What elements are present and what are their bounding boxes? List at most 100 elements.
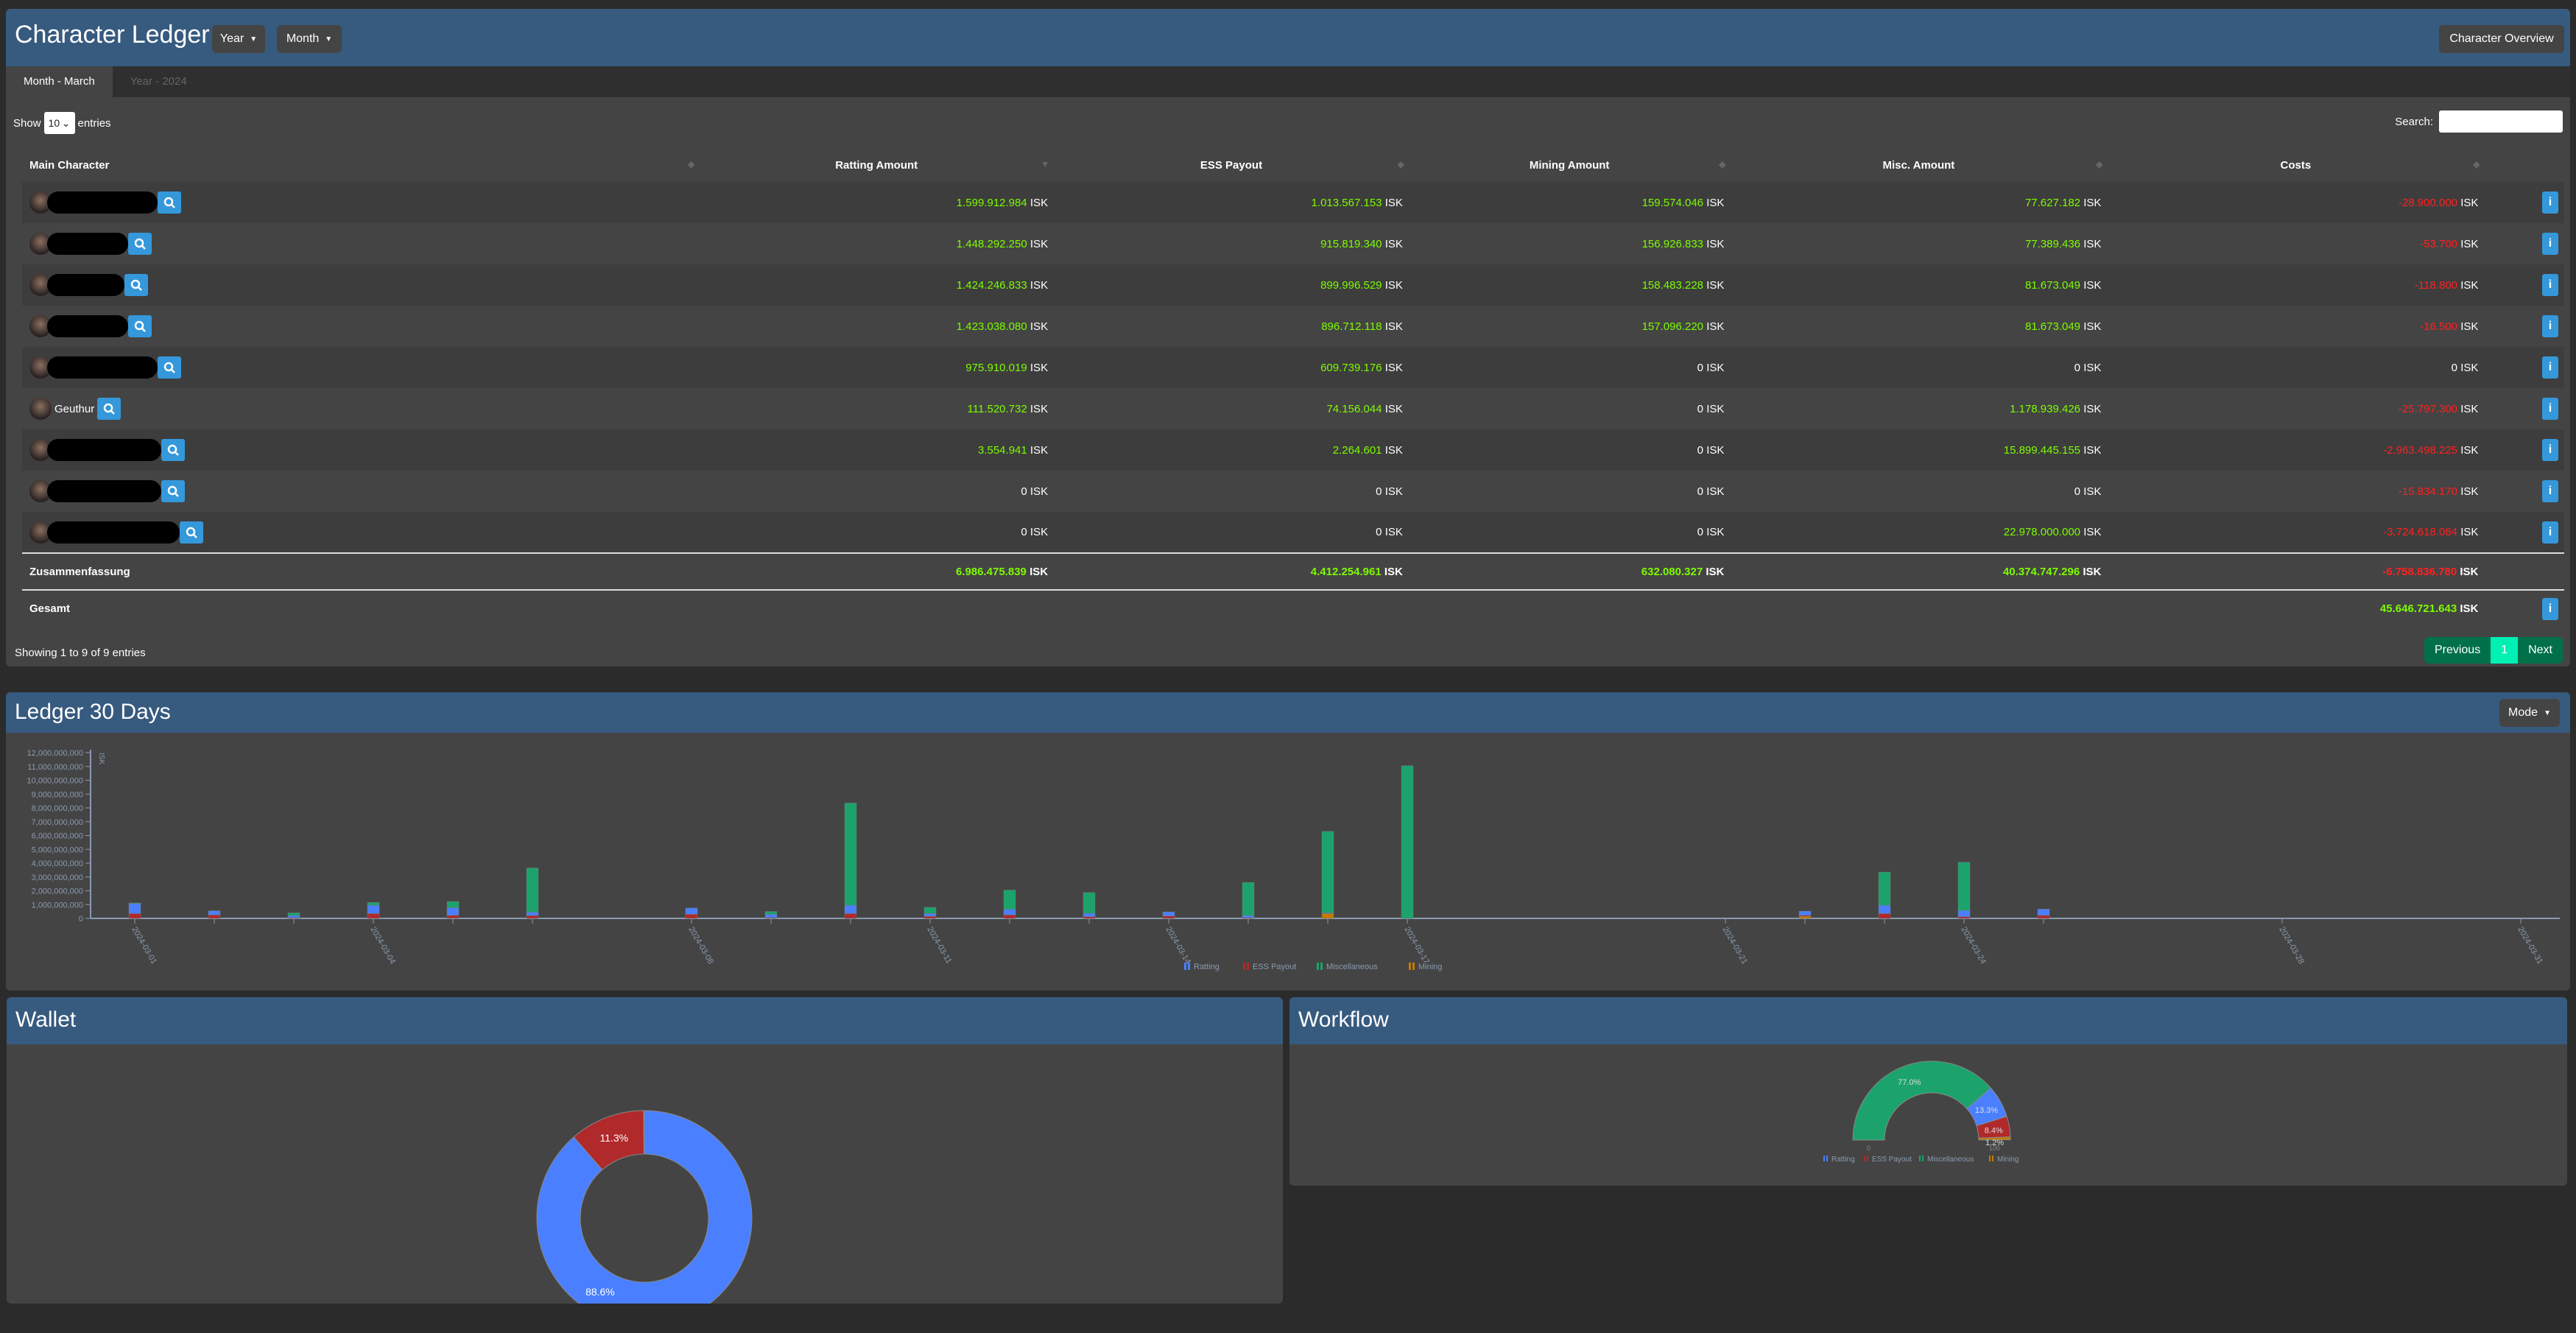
- legend-label: Miscellaneous: [1326, 963, 1378, 971]
- bar-ratting: [1878, 904, 1891, 914]
- info-button[interactable]: i: [2542, 398, 2558, 420]
- currency: ISK: [2460, 278, 2479, 292]
- mode-dropdown[interactable]: Mode ▼: [2499, 699, 2560, 727]
- currency: ISK: [1384, 526, 1403, 538]
- amount-value: 1.424.246.833: [956, 278, 1027, 292]
- search-character-button[interactable]: [158, 191, 181, 214]
- character-cell: [22, 223, 699, 264]
- magnifier-icon: [163, 197, 175, 208]
- info-button[interactable]: i: [2542, 315, 2558, 337]
- entries-value: 10: [48, 117, 60, 129]
- amount-cell: 0 ISK: [1408, 429, 1731, 471]
- legend-swatch: [1919, 1156, 1921, 1161]
- column-header[interactable]: Main Character ◆: [22, 149, 699, 182]
- currency: ISK: [2083, 402, 2102, 415]
- gauge-min-label: 0: [1867, 1144, 1871, 1152]
- search-character-button[interactable]: [161, 480, 185, 502]
- bar-misc: [1401, 765, 1414, 919]
- legend-label: ESS Payout: [1253, 963, 1296, 971]
- amount-cell: 632.080.327 ISK: [1408, 552, 1731, 590]
- info-button[interactable]: i: [2542, 356, 2558, 379]
- bar-mining: [1321, 913, 1334, 919]
- currency: ISK: [1706, 402, 1725, 415]
- info-button[interactable]: i: [2542, 439, 2558, 461]
- info-button[interactable]: i: [2542, 274, 2558, 296]
- tab-month[interactable]: Month - March: [6, 66, 113, 97]
- currency: ISK: [1030, 196, 1049, 209]
- tab-year[interactable]: Year - 2024: [113, 66, 205, 97]
- legend-label: Ratting: [1831, 1156, 1855, 1164]
- search-input[interactable]: [2439, 110, 2563, 133]
- character-overview-button[interactable]: Character Overview: [2439, 25, 2564, 53]
- currency: ISK: [2460, 443, 2479, 457]
- currency: ISK: [2083, 196, 2102, 209]
- previous-button[interactable]: Previous: [2424, 637, 2491, 664]
- x-tick-label: 2024-03-01: [130, 926, 158, 966]
- character-name: Geuthur: [54, 402, 95, 415]
- info-button[interactable]: i: [2542, 480, 2558, 502]
- column-header[interactable]: Costs ◆: [2107, 149, 2484, 182]
- x-tick-label: 2024-03-21: [1720, 926, 1749, 966]
- bar-ess: [1878, 913, 1891, 919]
- amount-value: 15.899.445.155: [2003, 443, 2081, 457]
- magnifier-icon: [130, 279, 142, 291]
- amount-cell: 4.412.254.961 ISK: [1054, 552, 1409, 590]
- page-1-button[interactable]: 1: [2491, 637, 2519, 664]
- summary-label: Zusammenfassung: [22, 552, 700, 590]
- search-character-button[interactable]: [180, 521, 203, 544]
- column-header[interactable]: Mining Amount ◆: [1409, 149, 1731, 182]
- column-header[interactable]: Ratting Amount ▼: [699, 149, 1054, 182]
- sort-icon: ▼: [1041, 159, 1050, 169]
- month-label: Month: [286, 32, 320, 45]
- info-button[interactable]: i: [2542, 191, 2558, 214]
- character-cell: [22, 429, 700, 471]
- info-button[interactable]: i: [2542, 597, 2558, 620]
- bar-misc: [1083, 892, 1096, 914]
- actions-cell: i: [2484, 223, 2564, 264]
- amount-value: -53.700: [2420, 237, 2458, 250]
- amount-cell: 0 ISK: [699, 512, 1055, 553]
- amount-value: -6.758.836.780: [2382, 565, 2457, 578]
- redacted-name: [47, 356, 158, 379]
- show-label: Show: [13, 116, 41, 130]
- search-character-button[interactable]: [128, 315, 152, 337]
- info-button[interactable]: i: [2542, 233, 2558, 255]
- panel-header: Workflow: [1289, 997, 2567, 1044]
- next-button[interactable]: Next: [2518, 637, 2563, 664]
- amount-value: 975.910.019: [965, 361, 1027, 374]
- amount-value: 81.673.049: [2024, 320, 2081, 333]
- amount-cell: 0 ISK: [1054, 471, 1409, 512]
- bar-ratting: [1083, 912, 1096, 917]
- empty-cell: [699, 589, 1055, 627]
- amount-cell: 899.996.529 ISK: [1054, 264, 1409, 306]
- currency: ISK: [1030, 402, 1049, 415]
- year-dropdown[interactable]: Year ▼: [212, 25, 265, 53]
- search-character-button[interactable]: [158, 356, 181, 379]
- amount-cell: 896.712.118 ISK: [1054, 306, 1409, 347]
- entries-select[interactable]: 10 ⌄: [43, 112, 75, 134]
- bar-ratting: [1162, 911, 1175, 917]
- amount-value: 896.712.118: [1321, 320, 1382, 333]
- amount-cell: -53.700 ISK: [2107, 223, 2484, 264]
- bar-misc: [367, 902, 380, 906]
- redacted-name: [47, 480, 161, 502]
- redacted-name: [47, 521, 180, 544]
- avatar: [29, 398, 52, 420]
- amount-cell: 77.627.182 ISK: [1730, 182, 2108, 223]
- info-button[interactable]: i: [2542, 521, 2558, 544]
- column-label: Costs: [2280, 159, 2312, 172]
- month-dropdown[interactable]: Month ▼: [277, 25, 342, 53]
- currency: ISK: [1030, 320, 1049, 333]
- y-tick-label: 7,000,000,000: [32, 818, 83, 827]
- column-header[interactable]: Misc. Amount ◆: [1730, 149, 2107, 182]
- column-header[interactable]: ESS Payout ◆: [1054, 149, 1409, 182]
- search-character-button[interactable]: [97, 398, 122, 420]
- search-character-button[interactable]: [128, 233, 152, 255]
- search-character-button[interactable]: [124, 274, 148, 296]
- search-character-button[interactable]: [161, 439, 185, 461]
- y-tick-label: 10,000,000,000: [27, 777, 83, 786]
- amount-cell: 81.673.049 ISK: [1730, 264, 2108, 306]
- currency: ISK: [2083, 443, 2102, 457]
- amount-value: 157.096.220: [1641, 320, 1704, 333]
- year-label: Year: [219, 32, 244, 45]
